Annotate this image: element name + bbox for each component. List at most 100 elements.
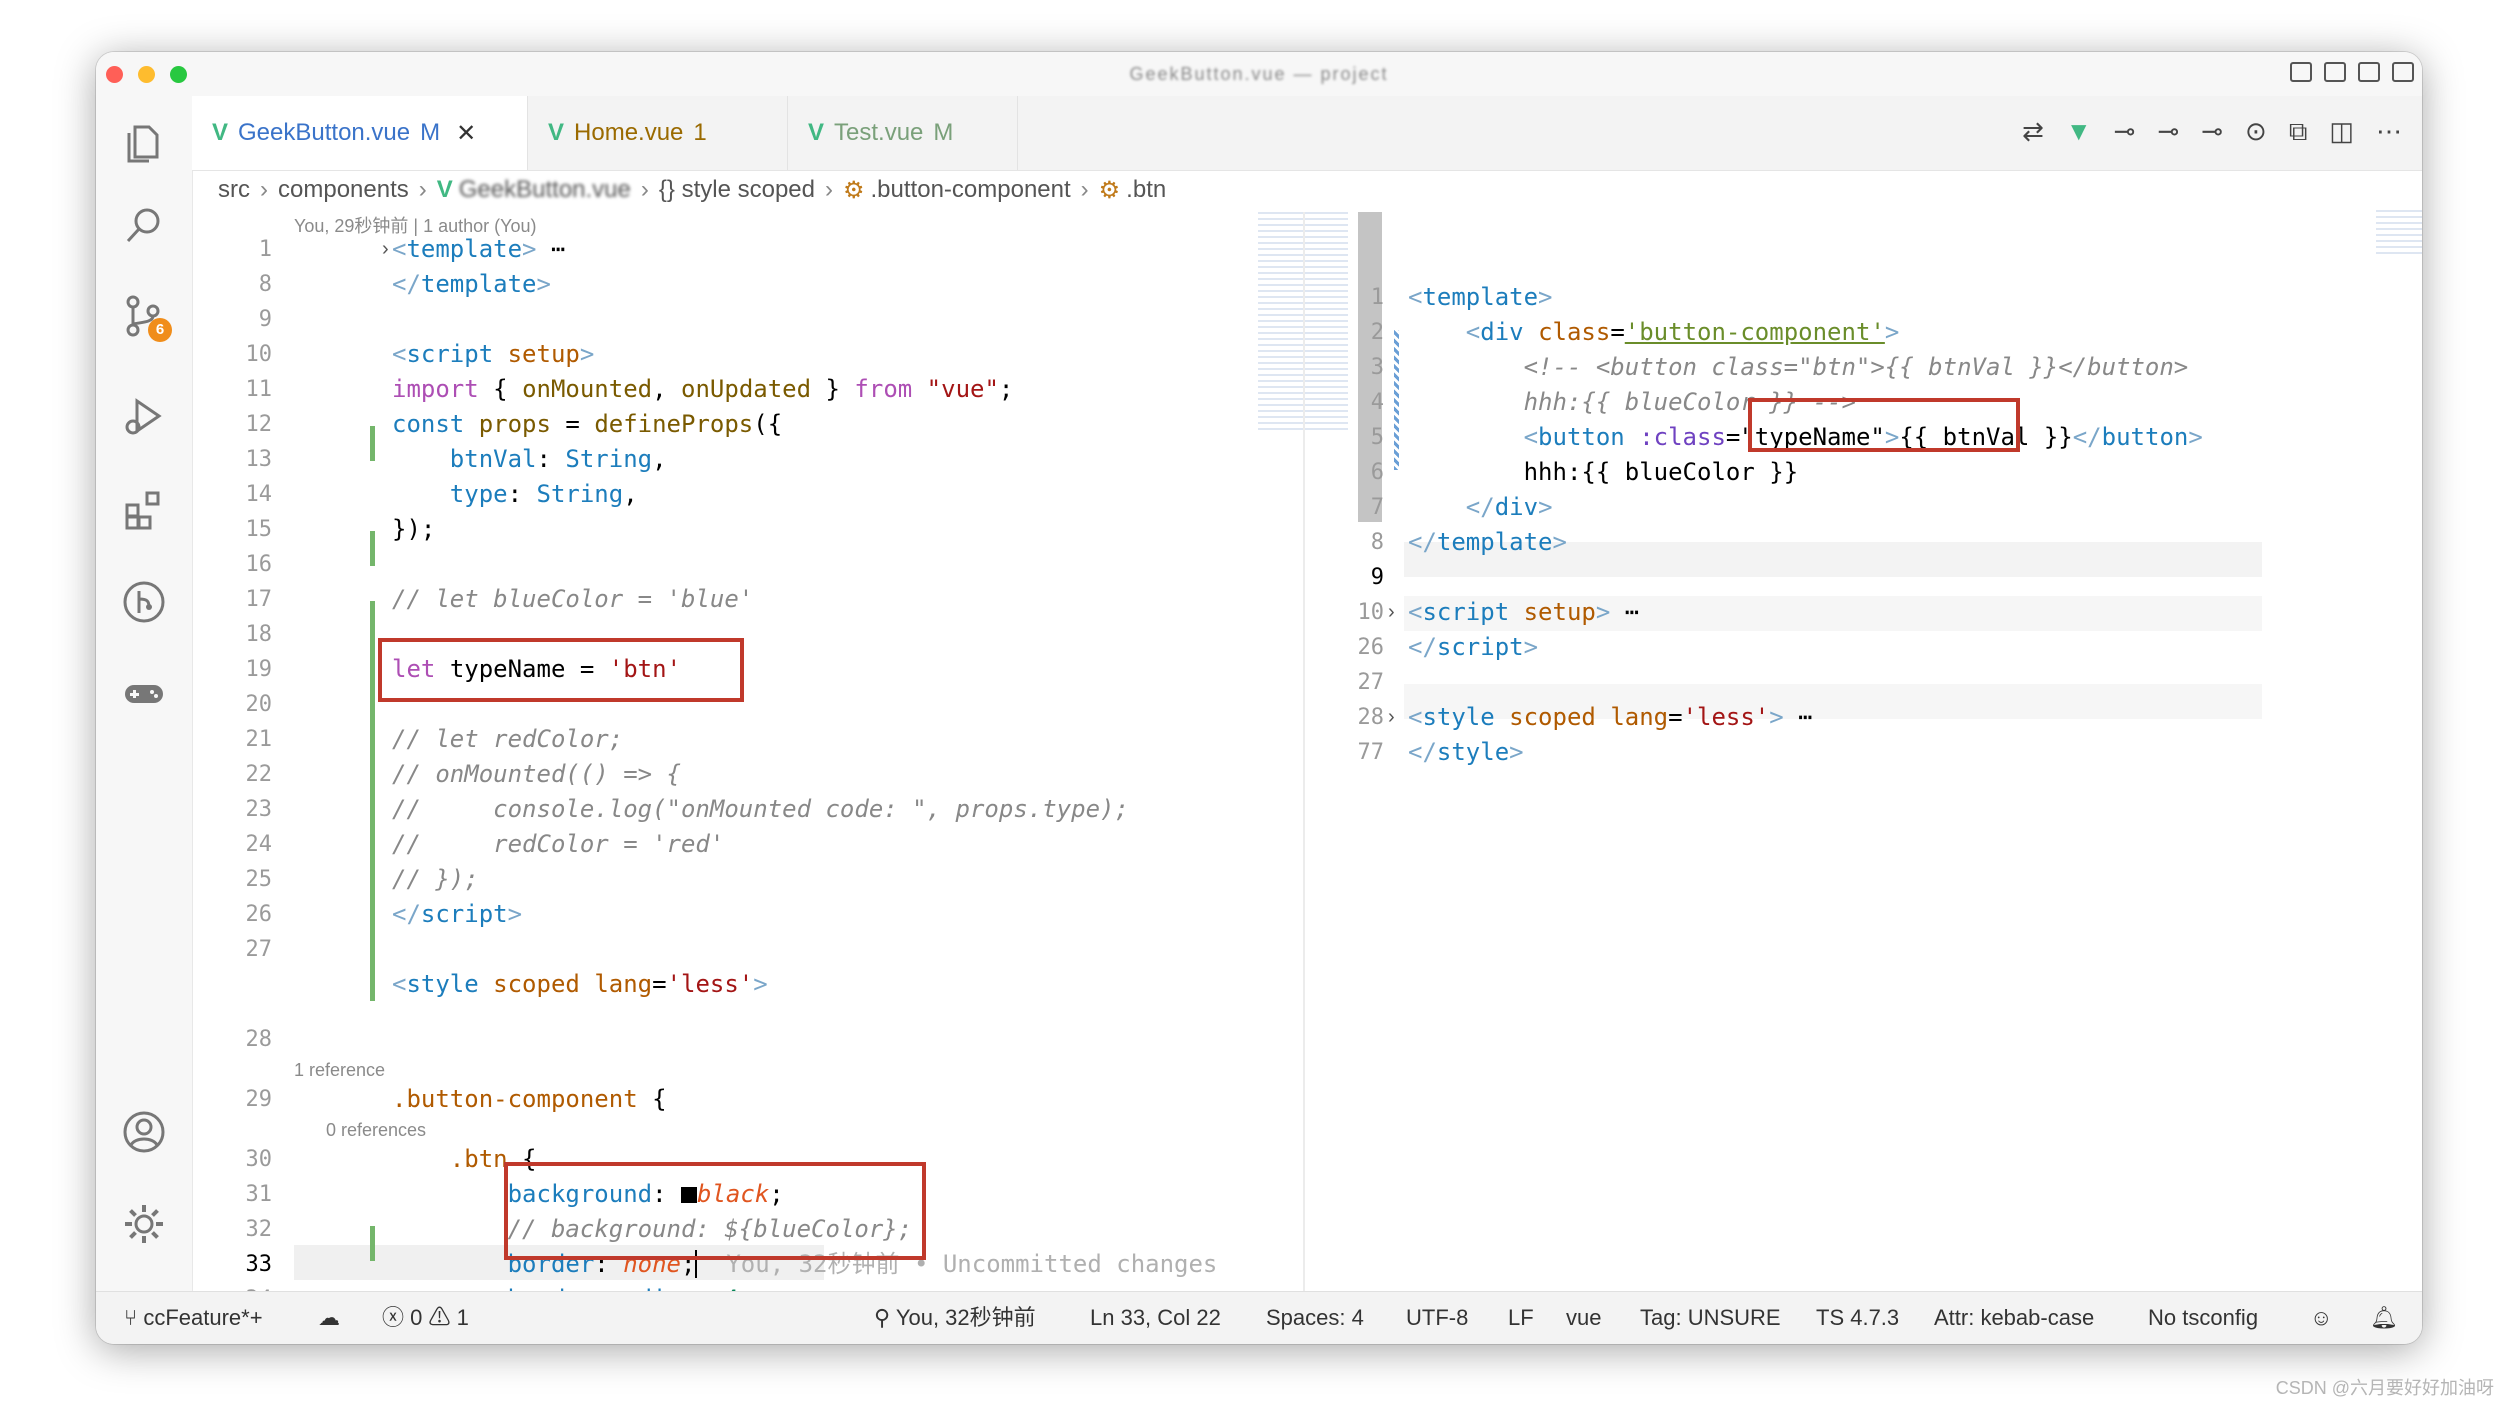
code-line: <style scoped lang='less'> ⋯ bbox=[1408, 703, 1813, 731]
toggle-panel-icon[interactable] bbox=[2324, 62, 2346, 82]
line-number: 17 bbox=[245, 587, 273, 612]
run-debug-icon[interactable] bbox=[118, 390, 170, 442]
close-tab-icon[interactable]: ✕ bbox=[456, 119, 476, 148]
status-bar: ⑂ ccFeature*+ ☁ ⓧ 0 ⚠ 1 ⚲ You, 32秒钟前 Ln … bbox=[96, 1291, 2422, 1344]
breadcrumb-item[interactable]: .btn bbox=[1126, 176, 1166, 204]
tab-test[interactable]: V Test.vue M bbox=[788, 96, 1018, 170]
annotation-box bbox=[1748, 398, 2020, 452]
indentation[interactable]: Spaces: 4 bbox=[1266, 1292, 1364, 1344]
gamepad-icon[interactable] bbox=[118, 668, 170, 720]
minimap[interactable] bbox=[2376, 210, 2422, 258]
extensions-icon[interactable] bbox=[118, 484, 170, 536]
git-blame-status[interactable]: ⚲ You, 32秒钟前 bbox=[874, 1292, 1036, 1344]
tab-geekbutton[interactable]: V GeekButton.vue M ✕ bbox=[192, 96, 528, 170]
toggle-secondary-sidebar-icon[interactable] bbox=[2358, 62, 2380, 82]
code-line: const props = defineProps({ bbox=[392, 410, 783, 438]
vue-preview-icon[interactable]: ▼ bbox=[2066, 116, 2092, 148]
scm-badge: 6 bbox=[148, 318, 172, 342]
line-number: 10 bbox=[1357, 600, 1385, 625]
compare-changes-icon[interactable]: ⇄ bbox=[2022, 116, 2044, 148]
references-codelens[interactable]: 0 references bbox=[326, 1118, 426, 1142]
code-line: }); bbox=[392, 515, 436, 543]
code-line: import { onMounted, onUpdated } from "vu… bbox=[392, 375, 1014, 403]
code-line: <div class='button-component'> bbox=[1465, 318, 1900, 346]
language-mode[interactable]: vue bbox=[1566, 1292, 1601, 1344]
sync-icon[interactable]: ☁ bbox=[318, 1292, 340, 1344]
git-prev-icon[interactable]: ⊸ bbox=[2114, 116, 2136, 148]
annotation-box bbox=[378, 638, 744, 702]
layout-controls bbox=[2290, 62, 2414, 82]
line-number: 9 bbox=[1370, 565, 1384, 590]
line-number: 7 bbox=[1370, 495, 1384, 520]
line-number: 18 bbox=[245, 622, 273, 647]
window-title: GeekButton.vue — project bbox=[1129, 64, 1389, 84]
line-number: 23 bbox=[245, 797, 273, 822]
right-editor[interactable]: 1 2 3 4 5 6 7 8 9 10 26 27 28 77 › › <te… bbox=[1304, 210, 2422, 1290]
branch-name: ccFeature*+ bbox=[143, 1305, 263, 1330]
line-number: 12 bbox=[245, 412, 273, 437]
tab-status: M bbox=[420, 119, 441, 146]
code-line: // onMounted(() => { bbox=[392, 760, 681, 788]
notifications-bell-icon[interactable]: 🔔︎ bbox=[2370, 1292, 2398, 1344]
vue-attr-casing[interactable]: Attr: kebab-case bbox=[1934, 1292, 2094, 1344]
line-number: 4 bbox=[1370, 390, 1384, 415]
references-codelens[interactable]: 1 reference bbox=[294, 1058, 385, 1082]
tsconfig-status[interactable]: No tsconfig bbox=[2148, 1292, 2258, 1344]
code-line: </div> bbox=[1465, 493, 1553, 521]
error-icon: ⓧ bbox=[382, 1305, 411, 1330]
code-line: <style scoped lang='less'> bbox=[392, 970, 768, 998]
open-changes-icon[interactable]: ⧉ bbox=[2289, 116, 2308, 148]
breadcrumb-item[interactable]: .button-component bbox=[871, 176, 1071, 204]
line-number: 25 bbox=[245, 867, 273, 892]
breadcrumb: src › components › V GeekButton.vue › {} st… bbox=[218, 176, 1167, 204]
watermark: CSDN @六月要好好加油呀 bbox=[2275, 1378, 2494, 1398]
branch-indicator[interactable]: ⑂ ccFeature*+ bbox=[124, 1292, 263, 1344]
tab-label: GeekButton.vue bbox=[238, 119, 411, 146]
title-bar: GeekButton.vue — project bbox=[96, 52, 2422, 97]
tab-home[interactable]: V Home.vue 1 bbox=[528, 96, 788, 170]
split-editor-icon[interactable]: ◫ bbox=[2329, 116, 2354, 148]
fold-chevron-icon[interactable]: › bbox=[1388, 595, 1395, 630]
toggle-sidebar-icon[interactable] bbox=[2290, 62, 2312, 82]
css-selector-icon: ⚙ bbox=[1098, 176, 1121, 204]
cursor-position[interactable]: Ln 33, Col 22 bbox=[1090, 1292, 1221, 1344]
breadcrumb-item[interactable]: src bbox=[218, 176, 250, 204]
git-commit-icon[interactable]: ⊸ bbox=[2157, 116, 2179, 148]
left-editor[interactable]: You, 29秒钟前 | 1 author (You) 1 reference … bbox=[192, 212, 1382, 1292]
line-number: 15 bbox=[245, 517, 273, 542]
fold-chevron-icon[interactable]: › bbox=[382, 232, 389, 267]
explorer-icon[interactable] bbox=[118, 118, 170, 170]
code-line: </script> bbox=[392, 900, 523, 928]
line-number: 28 bbox=[245, 1027, 273, 1052]
breadcrumb-item[interactable]: GeekButton.vue bbox=[459, 176, 631, 204]
git-next-icon[interactable]: ⊸ bbox=[2201, 116, 2223, 148]
line-number: 26 bbox=[1357, 635, 1385, 660]
breadcrumb-item[interactable]: components bbox=[278, 176, 409, 204]
editor-window: GeekButton.vue — project 6 V GeekButton.… bbox=[96, 52, 2422, 1344]
feedback-icon[interactable]: ☺ bbox=[2310, 1292, 2332, 1344]
code-line: // let redColor; bbox=[392, 725, 624, 753]
breadcrumb-item[interactable]: {} style scoped bbox=[659, 176, 815, 204]
problems-indicator[interactable]: ⓧ 0 ⚠ 1 bbox=[382, 1292, 469, 1344]
search-icon[interactable] bbox=[118, 200, 170, 252]
more-actions-icon[interactable]: ⋯ bbox=[2376, 116, 2402, 148]
customize-layout-icon[interactable] bbox=[2392, 62, 2414, 82]
timeline-icon[interactable]: ⊙ bbox=[2245, 116, 2267, 148]
fold-chevron-icon[interactable]: › bbox=[1388, 700, 1395, 735]
source-control-icon[interactable]: 6 bbox=[118, 290, 172, 342]
settings-gear-icon[interactable] bbox=[118, 1198, 170, 1250]
line-number: 11 bbox=[245, 377, 273, 402]
typescript-version[interactable]: TS 4.7.3 bbox=[1816, 1292, 1899, 1344]
vue-tag-casing[interactable]: Tag: UNSURE bbox=[1640, 1292, 1781, 1344]
end-of-line[interactable]: LF bbox=[1508, 1292, 1534, 1344]
line-number: 20 bbox=[245, 692, 273, 717]
line-number: 16 bbox=[245, 552, 273, 577]
encoding[interactable]: UTF-8 bbox=[1406, 1292, 1468, 1344]
code-line: <!-- <button class="btn">{{ btnVal }}</b… bbox=[1523, 353, 2189, 381]
account-icon[interactable] bbox=[118, 1106, 170, 1158]
warning-icon: ⚠ bbox=[422, 1305, 457, 1330]
git-graph-icon[interactable] bbox=[118, 576, 170, 628]
line-number: 9 bbox=[258, 307, 272, 332]
vue-file-icon: V bbox=[808, 119, 825, 146]
line-number: 3 bbox=[1370, 355, 1384, 380]
